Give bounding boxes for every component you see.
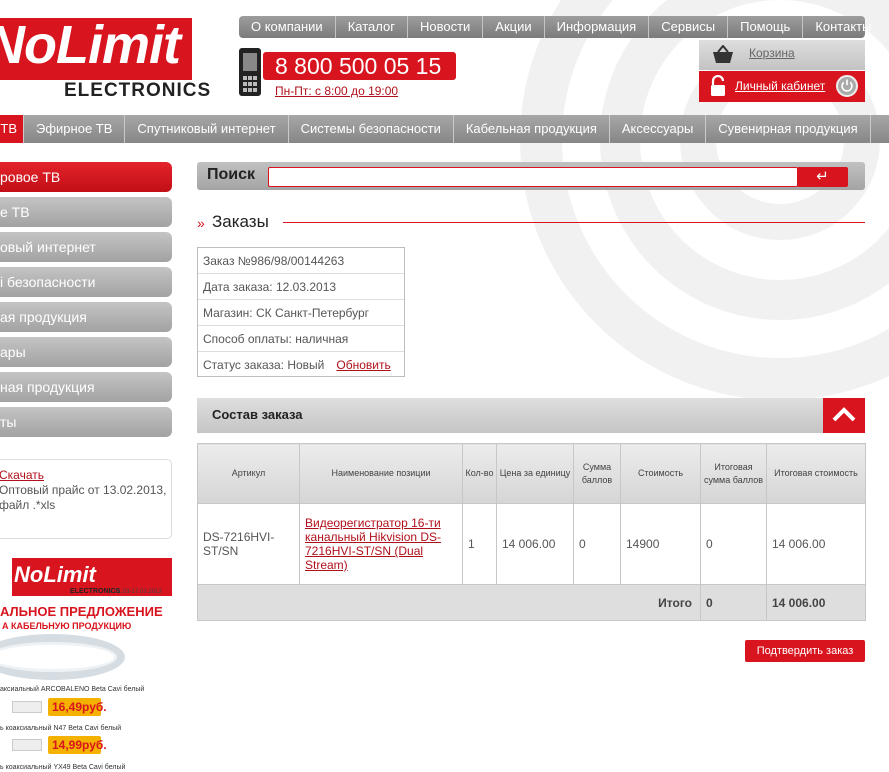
- collapse-chevron-up-icon[interactable]: [823, 398, 865, 433]
- order-info: Заказ №986/98/00144263 Дата заказа: 12.0…: [197, 247, 405, 377]
- banner-title: АЛЬНОЕ ПРЕДЛОЖЕНИЕ: [0, 604, 163, 619]
- search-submit-button[interactable]: ↵: [797, 167, 848, 187]
- cell-total-cost: 14 006.00: [766, 503, 866, 585]
- left-menu-item-accessories[interactable]: ары: [0, 337, 172, 367]
- col-unit-price: Цена за единицу: [496, 443, 574, 504]
- product-link[interactable]: Видеорегистратор 16-ти канальный Hikvisi…: [305, 516, 441, 572]
- cart-link[interactable]: Корзина: [749, 46, 795, 60]
- order-payment: Способ оплаты: наличная: [198, 326, 404, 352]
- confirm-order-button[interactable]: Подтвердить заказ: [745, 640, 865, 662]
- refresh-status-link[interactable]: Обновить: [336, 358, 390, 372]
- basket-icon: [713, 45, 733, 63]
- top-nav-item-catalog[interactable]: Каталог: [336, 16, 408, 38]
- heading-marker-icon: »: [197, 215, 205, 231]
- left-menu-item-tv[interactable]: е ТВ: [0, 197, 172, 227]
- power-icon[interactable]: [836, 75, 858, 97]
- order-number: Заказ №986/98/00144263: [198, 248, 404, 274]
- top-nav-item-news[interactable]: Новости: [408, 16, 484, 38]
- cable-image: [0, 634, 125, 680]
- top-nav-item-contacts[interactable]: Контакты: [803, 16, 883, 38]
- left-menu-item-contacts[interactable]: ты: [0, 407, 172, 437]
- top-nav-item-promo[interactable]: Акции: [483, 16, 545, 38]
- col-total-cost: Итоговая стоимость: [766, 443, 866, 504]
- order-items-table: Артикул Наименование позиции Кол-во Цена…: [197, 443, 866, 621]
- top-nav: О компании Каталог Новости Акции Информа…: [239, 16, 871, 38]
- logo-text: NoLimit: [0, 15, 181, 75]
- table-row: DS-7216HVI-ST/SN Видеорегистратор 16-ти …: [197, 503, 866, 585]
- main-menu-item-tv[interactable]: ТВ: [0, 115, 24, 143]
- main-menu-item-satellite-internet[interactable]: Спутниковый интернет: [125, 115, 289, 143]
- cell-cost: 14900: [620, 503, 701, 585]
- cell-name: Видеорегистратор 16-ти канальный Hikvisi…: [299, 503, 463, 585]
- left-menu-item-internet[interactable]: овый интернет: [0, 232, 172, 262]
- search-input[interactable]: [268, 167, 798, 187]
- col-name: Наименование позиции: [299, 443, 463, 504]
- main-menu: ТВ Эфирное ТВ Спутниковый интернет Систе…: [0, 115, 889, 143]
- col-qty: Кол-во: [462, 443, 497, 504]
- phone-screen: [243, 53, 257, 71]
- left-menu-item-cables[interactable]: ая продукция: [0, 302, 172, 332]
- composition-title: Состав заказа: [212, 407, 303, 422]
- top-nav-item-services[interactable]: Сервисы: [649, 16, 729, 38]
- lock-icon: [711, 75, 725, 96]
- banner-logo-text: NoLimit: [14, 562, 96, 587]
- main-menu-item-cables[interactable]: Кабельная продукция: [454, 115, 610, 143]
- logo-subtitle: ELECTRONICS: [64, 80, 212, 101]
- banner-product-name: аксиальный ARCOBALENO Beta Cavi белый: [0, 686, 145, 693]
- main-menu-item-security[interactable]: Системы безопасности: [289, 115, 454, 143]
- cabinet-link[interactable]: Личный кабинет: [735, 79, 825, 93]
- left-menu-item-digital-tv[interactable]: ровое ТВ: [0, 162, 172, 192]
- left-menu-item-security[interactable]: і безопасности: [0, 267, 172, 297]
- total-points: 0: [700, 584, 767, 621]
- page-title: Заказы: [212, 212, 269, 231]
- order-status: Статус заказа: Новый: [203, 358, 325, 372]
- banner-product-price: 16,49руб.: [48, 698, 107, 716]
- col-points: Сумма баллов: [573, 443, 621, 504]
- order-status-row: Статус заказа: Новый Обновить: [198, 352, 404, 378]
- banner-date: с 01.03-17.03.2013: [110, 589, 162, 595]
- table-header-row: Артикул Наименование позиции Кол-во Цена…: [197, 443, 866, 504]
- top-nav-item-info[interactable]: Информация: [545, 16, 650, 38]
- cell-article: DS-7216HVI-ST/SN: [197, 503, 300, 585]
- col-article: Артикул: [197, 443, 300, 504]
- cell-points: 0: [573, 503, 621, 585]
- order-store: Магазин: СК Санкт-Петербург: [198, 300, 404, 326]
- price-file-type: файл .*xls: [0, 498, 56, 512]
- main-menu-item-accessories[interactable]: Аксессуары: [610, 115, 707, 143]
- promo-banner[interactable]: NoLimit ELECTRONICS с 01.03-17.03.2013 А…: [0, 558, 172, 772]
- order-date: Дата заказа: 12.03.2013: [198, 274, 404, 300]
- price-download-link[interactable]: Скачать: [0, 468, 44, 482]
- cell-qty: 1: [462, 503, 497, 585]
- price-description: Оптовый прайс от 13.02.2013,: [0, 483, 167, 497]
- total-label: Итого: [197, 584, 701, 621]
- banner-product-name: ь коаксиальный YX49 Beta Cavi белый: [0, 764, 126, 771]
- price-list-box: Скачать Оптовый прайс от 13.02.2013, фай…: [0, 459, 172, 539]
- col-total-points: Итоговая сумма баллов: [700, 443, 767, 504]
- heading-divider: [283, 222, 865, 223]
- banner-product-thumb: [12, 739, 42, 751]
- banner-subtitle: А КАБЕЛЬНУЮ ПРОДУКЦИЮ: [2, 621, 132, 631]
- left-menu-item-souvenirs[interactable]: ная продукция: [0, 372, 172, 402]
- cell-unit-price: 14 006.00: [496, 503, 574, 585]
- banner-product-price: 14,99руб.: [48, 736, 107, 754]
- main-menu-item-souvenirs[interactable]: Сувенирная продукция: [706, 115, 871, 143]
- cell-total-points: 0: [700, 503, 767, 585]
- phone-number: 8 800 500 05 15: [263, 52, 456, 80]
- top-nav-item-about[interactable]: О компании: [239, 16, 336, 38]
- total-cost: 14 006.00: [766, 584, 866, 621]
- work-hours-link[interactable]: Пн-Пт: с 8:00 до 19:00: [275, 84, 398, 98]
- table-total-row: Итого 0 14 006.00: [197, 584, 866, 621]
- main-menu-item-terrestrial-tv[interactable]: Эфирное ТВ: [24, 115, 126, 143]
- page: NoLimit ELECTRONICS О компании Каталог Н…: [0, 0, 889, 772]
- banner-product-thumb: [12, 701, 42, 713]
- top-nav-item-help[interactable]: Помощь: [728, 16, 804, 38]
- banner-product-name: ь коаксиальный N47 Beta Cavi белый: [0, 725, 122, 732]
- search-label: Поиск: [207, 166, 256, 183]
- col-cost: Стоимость: [620, 443, 701, 504]
